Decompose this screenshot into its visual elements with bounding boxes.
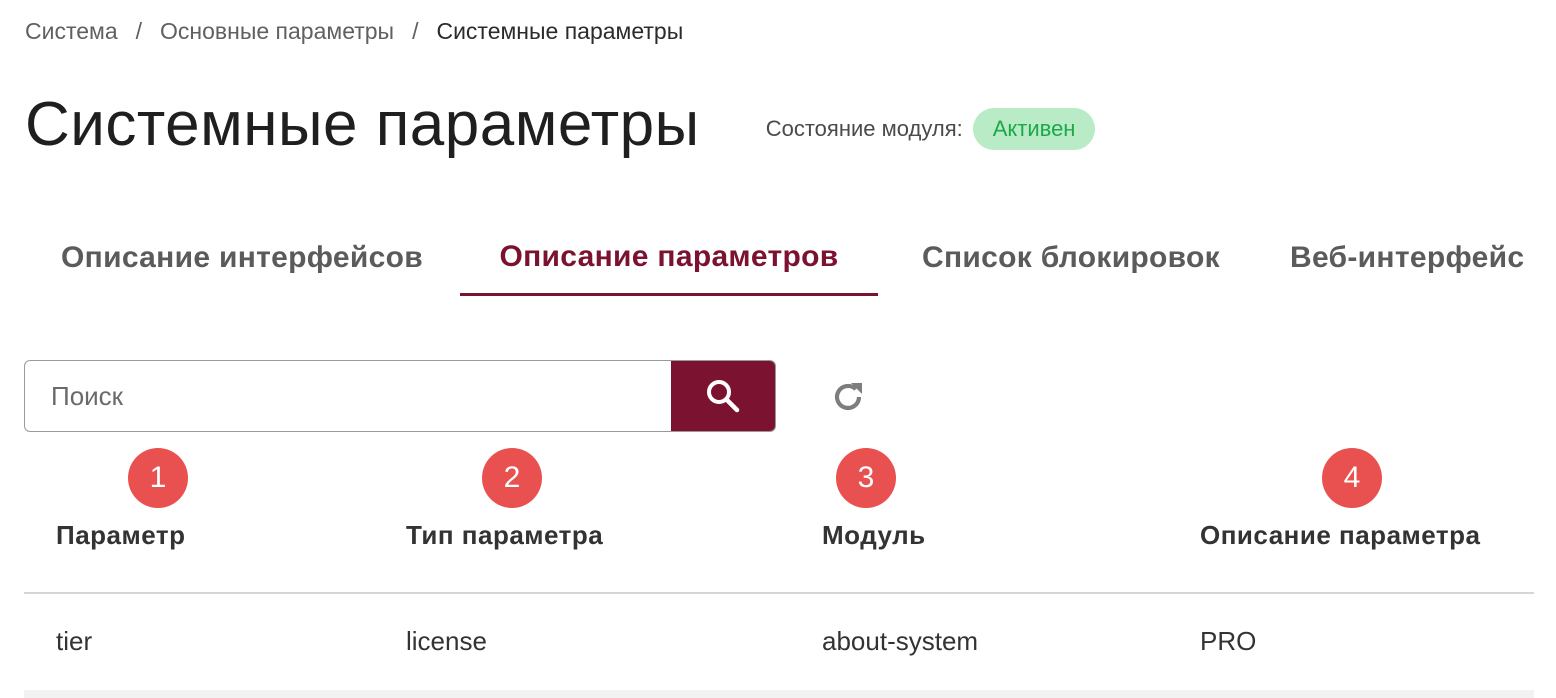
cell-parameter-type: license: [406, 626, 487, 656]
marker-2: 2: [482, 448, 542, 508]
breadcrumb: Система / Основные параметры / Системные…: [25, 18, 683, 45]
breadcrumb-separator: /: [135, 18, 143, 44]
header-divider: [24, 592, 1534, 594]
tab-interfaces-description[interactable]: Описание интерфейсов: [24, 220, 460, 296]
column-header-parameter-description[interactable]: Описание параметра: [1200, 520, 1480, 551]
breadcrumb-item-current: Системные параметры: [436, 18, 684, 44]
next-row-stripe: [24, 690, 1534, 698]
cell-parameter: tier: [56, 626, 93, 656]
cell-module: about-system: [822, 626, 979, 656]
cell-parameter-description: PRO: [1200, 626, 1257, 656]
column-header-parameter[interactable]: Параметр: [56, 520, 185, 551]
refresh-button[interactable]: [826, 375, 870, 419]
breadcrumb-separator: /: [412, 18, 419, 44]
search-box: [24, 360, 776, 432]
tab-parameters-description[interactable]: Описание параметров: [460, 220, 878, 296]
marker-4: 4: [1322, 448, 1382, 508]
marker-3: 3: [836, 448, 896, 508]
column-header-module[interactable]: Модуль: [822, 520, 926, 551]
refresh-icon: [834, 383, 862, 411]
title-row: Системные параметры Состояние модуля: Ак…: [25, 88, 1096, 162]
tab-locks-list[interactable]: Список блокировок: [878, 220, 1264, 296]
search-button[interactable]: [671, 361, 775, 431]
status-badge: Активен: [972, 108, 1096, 150]
marker-1: 1: [128, 448, 188, 508]
breadcrumb-item-main-params[interactable]: Основные параметры: [160, 18, 394, 45]
page-title: Системные параметры: [25, 90, 700, 159]
breadcrumb-item-system[interactable]: Система: [25, 18, 118, 45]
tab-web-interface[interactable]: Веб-интерфейс: [1264, 220, 1534, 296]
search-input[interactable]: [25, 361, 671, 431]
tabs: Описание интерфейсов Описание параметров…: [24, 220, 1534, 296]
search-icon: [707, 380, 740, 413]
page: Система / Основные параметры / Системные…: [0, 0, 1556, 698]
column-header-parameter-type[interactable]: Тип параметра: [406, 520, 603, 551]
module-state: Состояние модуля: Активен: [766, 108, 1096, 150]
module-state-label: Состояние модуля:: [765, 116, 963, 141]
